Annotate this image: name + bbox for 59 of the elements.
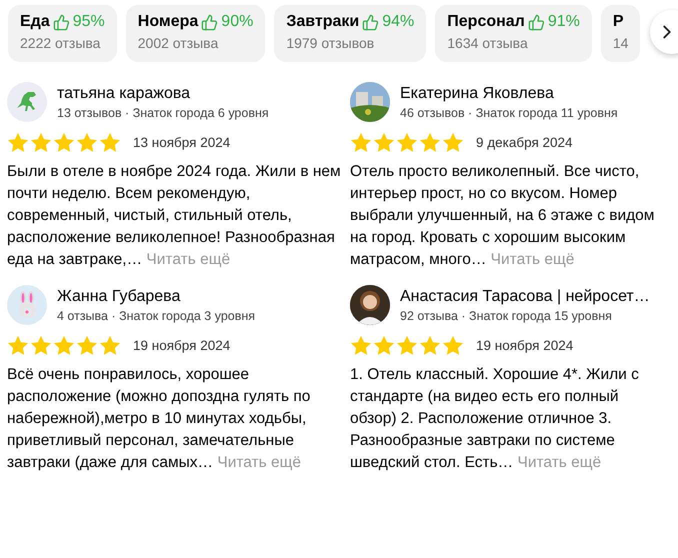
star-icon: [419, 132, 441, 153]
star-icon: [76, 132, 98, 153]
thumbs-up-icon: [362, 14, 380, 30]
category-percent: 90%: [221, 13, 254, 31]
category-percent: 95%: [72, 13, 105, 31]
thumbs-up-icon: [52, 14, 70, 30]
star-icon: [350, 335, 372, 356]
category-label: Р: [612, 13, 624, 31]
star-icon: [419, 335, 441, 356]
thumbs-up-icon: [201, 14, 218, 30]
author-name[interactable]: Жанна Губарева: [57, 288, 256, 306]
category-chip[interactable]: Персонал 91% 1634 отзыва: [435, 5, 592, 62]
star-icon: [99, 132, 121, 153]
review-date: 13 ноября 2024: [133, 135, 230, 150]
review-count: 14: [612, 35, 628, 51]
review-count: 2002 отзыва: [138, 35, 220, 51]
star-icon: [76, 335, 98, 356]
author-name[interactable]: Анастасия Тарасова | нейросет…: [400, 288, 650, 306]
review-text: Отель просто великолепный. Все чисто, интерьер прост, но со вкусом. Номер выбрали улучшенный, на 6 этаже с видом на город. Кровать с хорошим высоким матрасом, много… Читать ещё: [350, 162, 656, 270]
review-date: 19 ноября 2024: [476, 338, 574, 353]
category-label: Персонал: [447, 13, 525, 31]
star-icon: [7, 132, 29, 153]
review-count: 2222 отзыва: [20, 35, 102, 51]
review-count: 1979 отзывов: [286, 35, 376, 51]
star-icon: [53, 132, 75, 153]
star-icon: [373, 335, 395, 356]
category-label: Завтраки: [286, 13, 360, 31]
author-name[interactable]: татьяна каражова: [57, 84, 269, 102]
star-icon: [396, 335, 418, 356]
star-icon: [53, 335, 75, 356]
star-icon: [442, 132, 464, 153]
star-icon: [7, 335, 29, 356]
category-label: Еда: [20, 13, 50, 31]
star-icon: [350, 132, 372, 153]
review-date: 9 декабря 2024: [476, 135, 573, 150]
category-chip[interactable]: Номера 90% 2002 отзыва: [126, 5, 266, 62]
category-chip[interactable]: Еда 95% 2222 отзыва: [8, 5, 117, 62]
review-text: Были в отеле в ноябре 2024 года. Жили в нем почти неделю. Всем рекомендую, современный, чистый, стильный отель, расположение великолепное! Разнообразная еда на завтраке,… Читать ещё: [7, 162, 342, 270]
author-meta: 92 отзыва · Знаток города 15 уровня: [400, 308, 613, 322]
star-icon: [442, 335, 464, 356]
star-icon: [396, 132, 418, 153]
category-label: Номера: [138, 13, 198, 31]
category-chip[interactable]: Р 14: [600, 5, 640, 62]
category-percent: 91%: [548, 13, 580, 31]
star-icon: [373, 132, 395, 153]
star-icon: [30, 335, 52, 356]
review-text: 1. Отель классный. Хорошие 4*. Жили с стандарте (на видео есть его полный обзор) 2. Расположение отличное 3. Разнообразные завтраки по системе шведский стол. Есть… Читать ещё: [350, 365, 640, 473]
category-chip[interactable]: Завтраки 94% 1979 отзывов: [274, 5, 426, 62]
review-text: Всё очень понравилось, хорошее расположение (можно допоздна гулять по набережной),метро в 10 минутах ходьбы, приветливый персонал, замечательные завтраки (даже для самых… Читать ещё: [7, 365, 312, 473]
author-meta: 46 отзывов · Знаток города 11 уровня: [400, 106, 618, 120]
review-date: 19 ноября 2024: [133, 338, 230, 353]
star-icon: [30, 132, 52, 153]
star-icon: [99, 335, 121, 356]
author-meta: 4 отзыва · Знаток города 3 уровня: [57, 308, 256, 322]
category-percent: 94%: [382, 13, 414, 31]
review-count: 1634 отзыва: [447, 35, 529, 51]
author-meta: 13 отзывов · Знаток города 6 уровня: [57, 106, 269, 120]
author-name[interactable]: Екатерина Яковлева: [400, 84, 618, 102]
thumbs-up-icon: [528, 14, 545, 30]
